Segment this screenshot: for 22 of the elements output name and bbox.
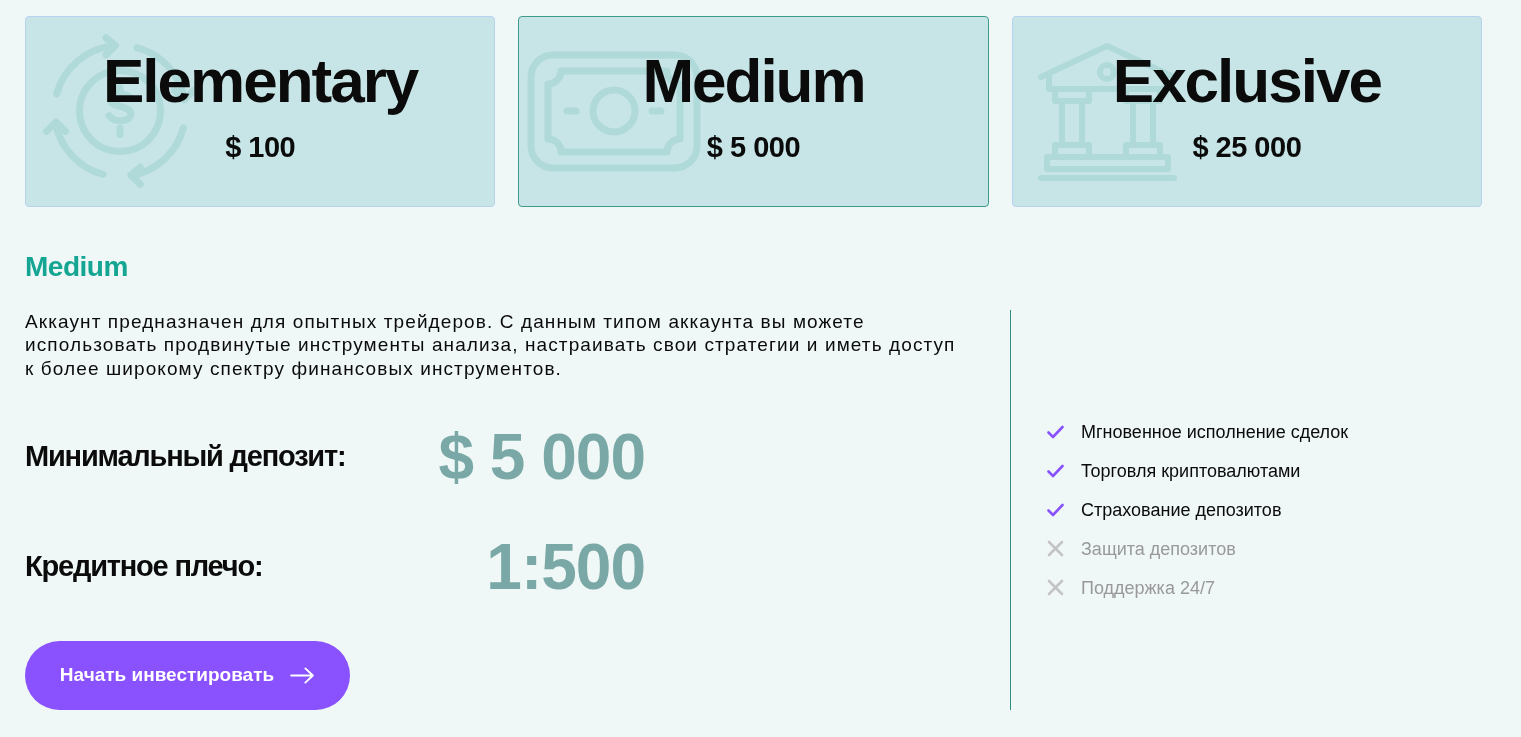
plan-card[interactable]: Exclusive $ 25 000 bbox=[1011, 16, 1482, 207]
stat-label: Минимальный депозит: bbox=[25, 439, 346, 475]
start-investing-button[interactable]: Начать инвестировать bbox=[25, 641, 350, 711]
plan-heading: Medium bbox=[25, 250, 128, 284]
stat-value: 1:500 bbox=[486, 535, 645, 600]
arrow-right-icon bbox=[290, 667, 316, 685]
feature-text: Торговля криптовалютами bbox=[1081, 459, 1301, 482]
plan-price: $ 5 000 bbox=[706, 130, 801, 165]
feature-text: Мгновенное исполнение сделок bbox=[1081, 420, 1349, 443]
feature-text: Защита депозитов bbox=[1081, 537, 1236, 560]
feature-text: Поддержка 24/7 bbox=[1081, 576, 1215, 599]
stat-value: $ 5 000 bbox=[438, 425, 645, 490]
plan-name: Medium bbox=[642, 47, 865, 116]
plan-name: Exclusive bbox=[1112, 47, 1381, 116]
plan-name: Elementary bbox=[103, 47, 418, 116]
plan-price: $ 100 bbox=[225, 130, 296, 165]
plan-price: $ 25 000 bbox=[1192, 130, 1302, 165]
plan-card[interactable]: Medium $ 5 000 bbox=[518, 16, 989, 207]
plan-description: Аккаунт предназначен для опытных трейдеров. С данным типом аккаунта вы можете использовать продвинутые инструменты анализа, настраивать свои стратегии и иметь доступ к более широкому спектру финансовых инструментов. bbox=[25, 309, 957, 381]
stat-label: Кредитное плечо: bbox=[25, 549, 263, 585]
feature-text: Страхование депозитов bbox=[1081, 498, 1282, 521]
plan-card[interactable]: Elementary $ 100 bbox=[25, 16, 496, 207]
